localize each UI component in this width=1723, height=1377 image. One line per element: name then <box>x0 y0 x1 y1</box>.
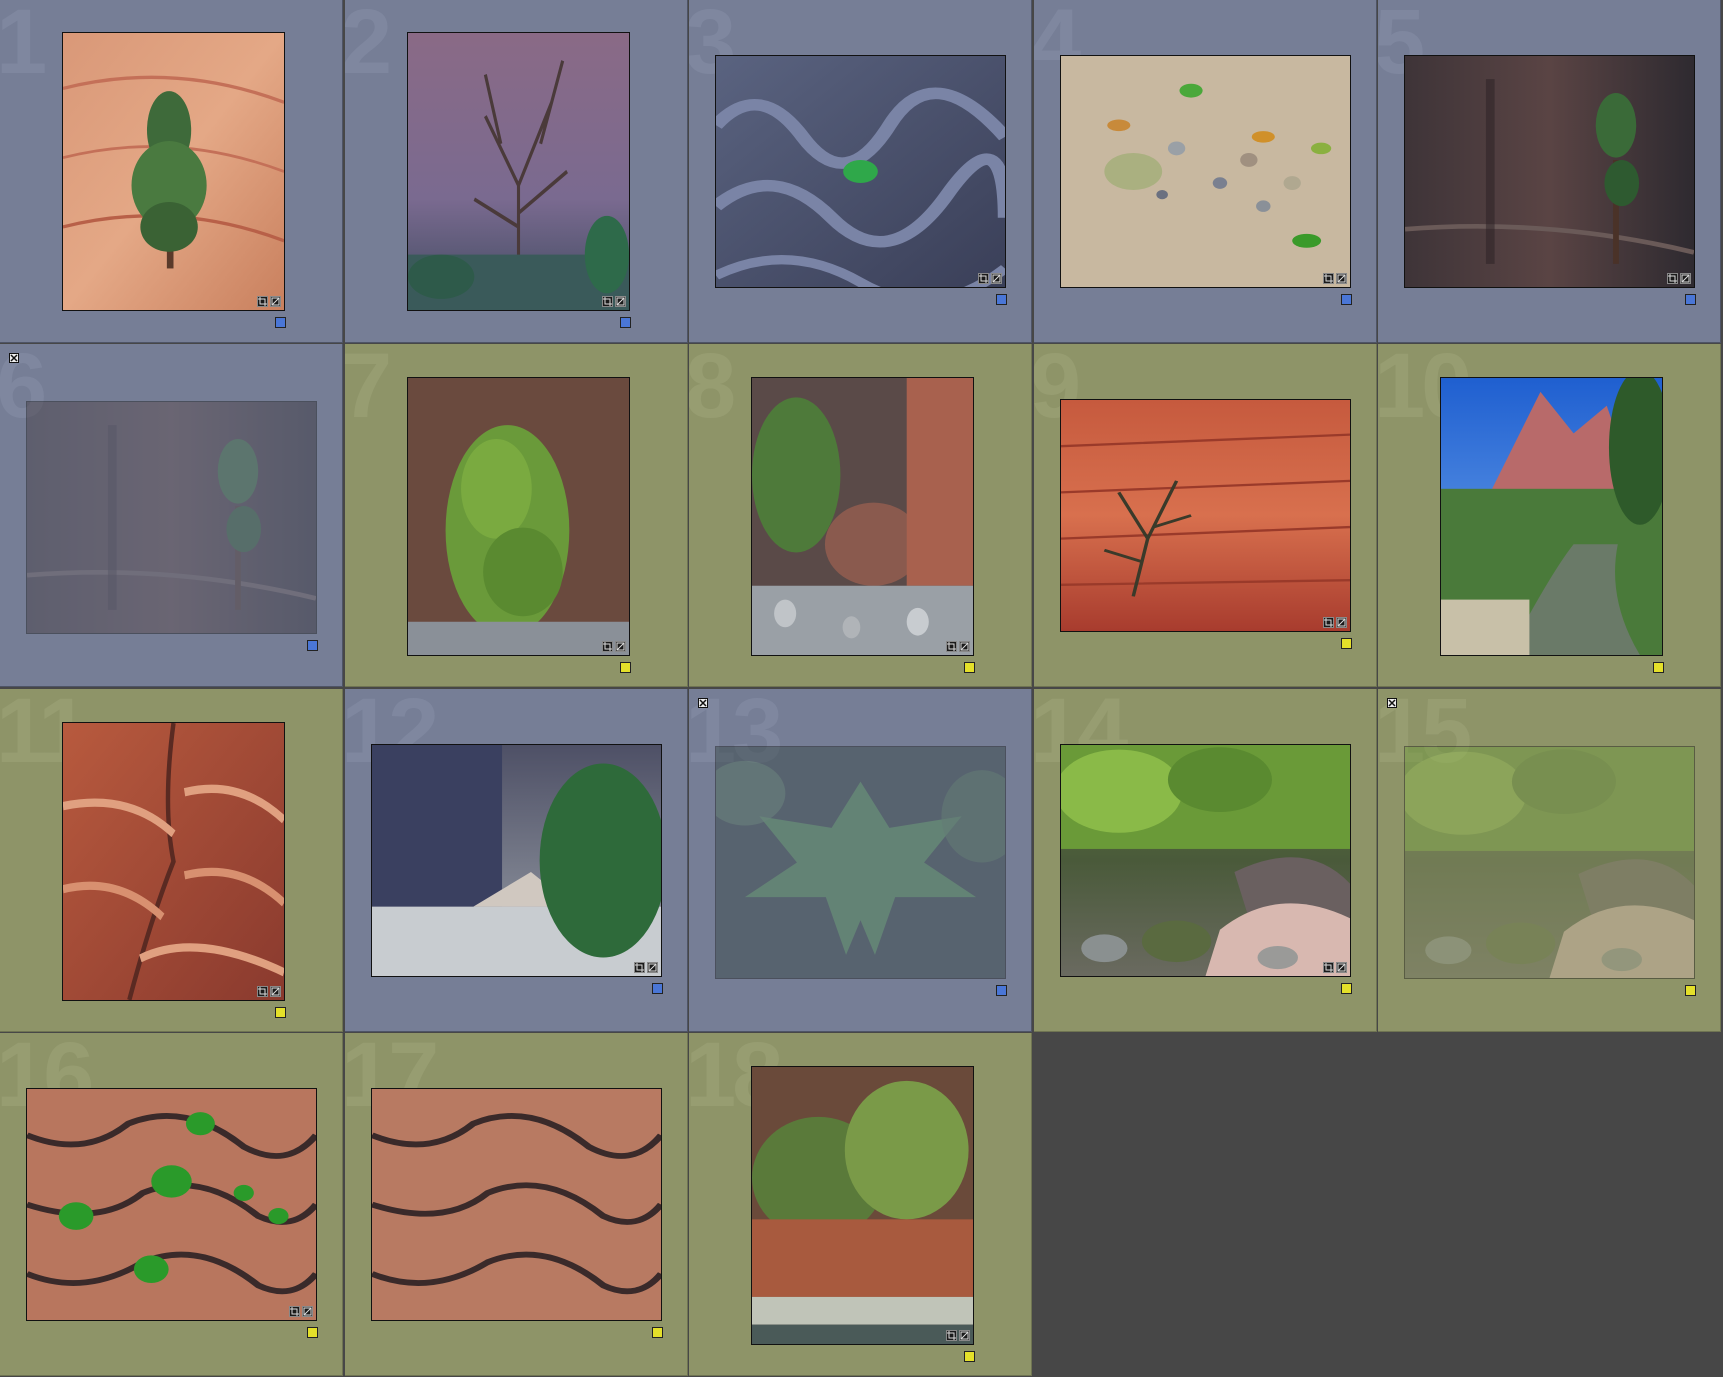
thumbnail-cell[interactable]: 12 <box>345 689 688 1032</box>
crop-icon[interactable] <box>634 962 645 973</box>
thumbnail-cell[interactable]: 5 <box>1378 0 1721 343</box>
photo-thumbnail[interactable] <box>371 1088 662 1321</box>
yellow-color-label-icon[interactable] <box>964 662 975 673</box>
blue-color-label-icon[interactable] <box>996 985 1007 996</box>
blue-color-label-icon[interactable] <box>620 317 631 328</box>
photo-thumbnail[interactable] <box>715 746 1006 979</box>
crop-icon[interactable] <box>1667 273 1678 284</box>
develop-adjust-icon[interactable] <box>959 1330 970 1341</box>
yellow-color-label-icon[interactable] <box>1341 638 1352 649</box>
crop-icon[interactable] <box>1323 962 1334 973</box>
develop-adjust-icon[interactable] <box>302 1306 313 1317</box>
thumbnail-cell[interactable]: 16 <box>0 1033 343 1376</box>
develop-adjust-icon[interactable] <box>270 296 281 307</box>
yellow-color-label-icon[interactable] <box>964 1351 975 1362</box>
thumbnail-cell[interactable]: 15 <box>1378 689 1721 1032</box>
photo-thumbnail[interactable] <box>407 377 630 656</box>
thumbnail-index-number: 1 <box>0 0 47 93</box>
photo-thumbnail[interactable] <box>371 744 662 977</box>
thumbnail-cell[interactable]: 7 <box>345 344 688 687</box>
thumbnail-cell[interactable]: 2 <box>345 0 688 343</box>
photo-thumbnail[interactable] <box>751 377 974 656</box>
thumbnail-cell[interactable]: 10 <box>1378 344 1721 687</box>
yellow-color-label-icon[interactable] <box>275 1007 286 1018</box>
photo-thumbnail[interactable] <box>62 32 285 311</box>
develop-adjust-icon[interactable] <box>959 641 970 652</box>
yellow-color-label-icon[interactable] <box>1341 983 1352 994</box>
develop-adjust-icon[interactable] <box>270 986 281 997</box>
crop-icon[interactable] <box>602 296 613 307</box>
thumbnail-grid: 1 2 3 4 5 6 7 8 9 10 11 12 13 14 15 16 1… <box>0 0 1723 1377</box>
photo-thumbnail[interactable] <box>1440 377 1663 656</box>
crop-icon[interactable] <box>257 986 268 997</box>
photo-thumbnail[interactable] <box>751 1066 974 1345</box>
thumbnail-index-number: 2 <box>345 0 392 93</box>
reject-flag-icon[interactable] <box>1387 698 1397 708</box>
yellow-color-label-icon[interactable] <box>307 1327 318 1338</box>
blue-color-label-icon[interactable] <box>307 640 318 651</box>
thumbnail-index-number: 8 <box>689 344 736 437</box>
crop-icon[interactable] <box>257 296 268 307</box>
crop-icon[interactable] <box>946 641 957 652</box>
develop-adjust-icon[interactable] <box>991 273 1002 284</box>
photo-thumbnail[interactable] <box>407 32 630 311</box>
blue-color-label-icon[interactable] <box>1685 294 1696 305</box>
reject-flag-icon[interactable] <box>9 353 19 363</box>
reject-flag-icon[interactable] <box>698 698 708 708</box>
thumbnail-cell[interactable]: 4 <box>1034 0 1377 343</box>
blue-color-label-icon[interactable] <box>1341 294 1352 305</box>
develop-adjust-icon[interactable] <box>1336 617 1347 628</box>
crop-icon[interactable] <box>602 641 613 652</box>
thumbnail-cell[interactable]: 18 <box>689 1033 1032 1376</box>
crop-icon[interactable] <box>289 1306 300 1317</box>
thumbnail-cell[interactable]: 1 <box>0 0 343 343</box>
thumbnail-cell[interactable]: 3 <box>689 0 1032 343</box>
thumbnail-cell[interactable]: 9 <box>1034 344 1377 687</box>
photo-thumbnail[interactable] <box>62 722 285 1001</box>
thumbnail-index-number: 7 <box>345 344 392 437</box>
yellow-color-label-icon[interactable] <box>1653 662 1664 673</box>
blue-color-label-icon[interactable] <box>652 983 663 994</box>
crop-icon[interactable] <box>978 273 989 284</box>
develop-adjust-icon[interactable] <box>1336 273 1347 284</box>
thumbnail-cell[interactable]: 14 <box>1034 689 1377 1032</box>
thumbnail-cell[interactable]: 17 <box>345 1033 688 1376</box>
thumbnail-cell[interactable]: 11 <box>0 689 343 1032</box>
photo-thumbnail[interactable] <box>715 55 1006 288</box>
develop-adjust-icon[interactable] <box>615 641 626 652</box>
thumbnail-cell[interactable]: 6 <box>0 344 343 687</box>
develop-adjust-icon[interactable] <box>615 296 626 307</box>
crop-icon[interactable] <box>1323 617 1334 628</box>
crop-icon[interactable] <box>1323 273 1334 284</box>
develop-adjust-icon[interactable] <box>1680 273 1691 284</box>
photo-thumbnail[interactable] <box>26 401 317 634</box>
photo-thumbnail[interactable] <box>1060 744 1351 977</box>
photo-thumbnail[interactable] <box>26 1088 317 1321</box>
yellow-color-label-icon[interactable] <box>620 662 631 673</box>
photo-thumbnail[interactable] <box>1404 55 1695 288</box>
photo-thumbnail[interactable] <box>1060 399 1351 632</box>
blue-color-label-icon[interactable] <box>275 317 286 328</box>
photo-thumbnail[interactable] <box>1060 55 1351 288</box>
thumbnail-cell[interactable]: 13 <box>689 689 1032 1032</box>
yellow-color-label-icon[interactable] <box>1685 985 1696 996</box>
photo-thumbnail[interactable] <box>1404 746 1695 979</box>
thumbnail-cell[interactable]: 8 <box>689 344 1032 687</box>
blue-color-label-icon[interactable] <box>996 294 1007 305</box>
crop-icon[interactable] <box>946 1330 957 1341</box>
develop-adjust-icon[interactable] <box>647 962 658 973</box>
develop-adjust-icon[interactable] <box>1336 962 1347 973</box>
yellow-color-label-icon[interactable] <box>652 1327 663 1338</box>
